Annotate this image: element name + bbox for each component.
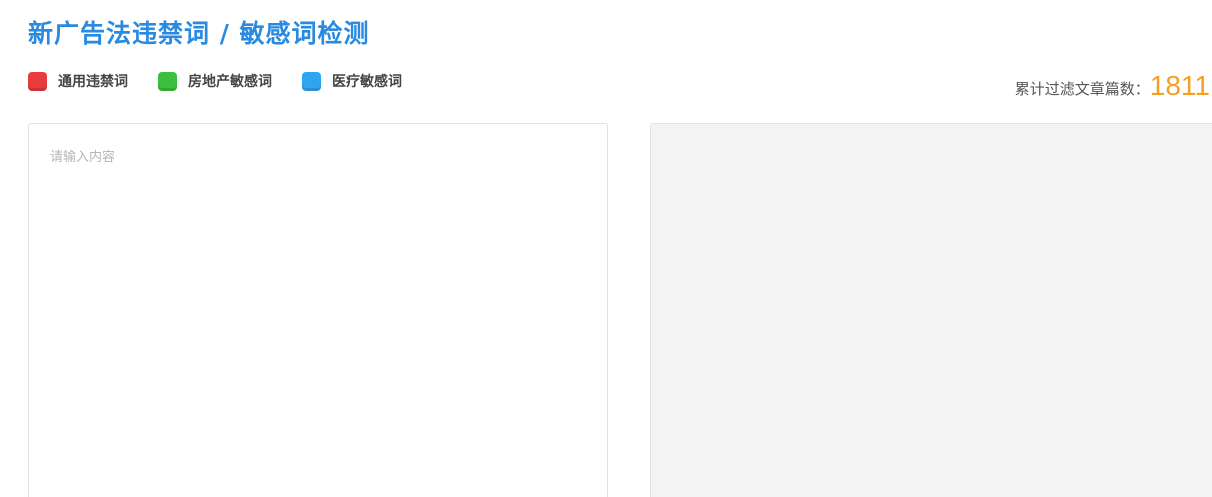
legend-swatch-blue — [302, 71, 321, 91]
legend-item-medical: 医疗敏感词 — [302, 71, 402, 91]
input-panel — [28, 123, 608, 497]
filtered-article-counter: 累计过滤文章篇数： 1811 — [1015, 70, 1210, 102]
legend-label: 房地产敏感词 — [188, 74, 272, 90]
counter-label: 累计过滤文章篇数： — [1014, 80, 1150, 98]
result-panel — [650, 123, 1212, 497]
legend-label: 通用违禁词 — [58, 74, 128, 90]
legend-item-general: 通用违禁词 — [28, 71, 128, 91]
legend-label: 医疗敏感词 — [332, 74, 402, 90]
legend-item-real-estate: 房地产敏感词 — [158, 71, 272, 91]
legend-swatch-red — [28, 71, 47, 91]
page-title: 新广告法违禁词 / 敏感词检测 — [28, 19, 370, 48]
legend-swatch-green — [158, 71, 177, 91]
counter-value: 1811 — [1149, 70, 1210, 101]
content-input[interactable] — [29, 124, 607, 497]
legend: 通用违禁词 房地产敏感词 医疗敏感词 — [28, 70, 432, 92]
